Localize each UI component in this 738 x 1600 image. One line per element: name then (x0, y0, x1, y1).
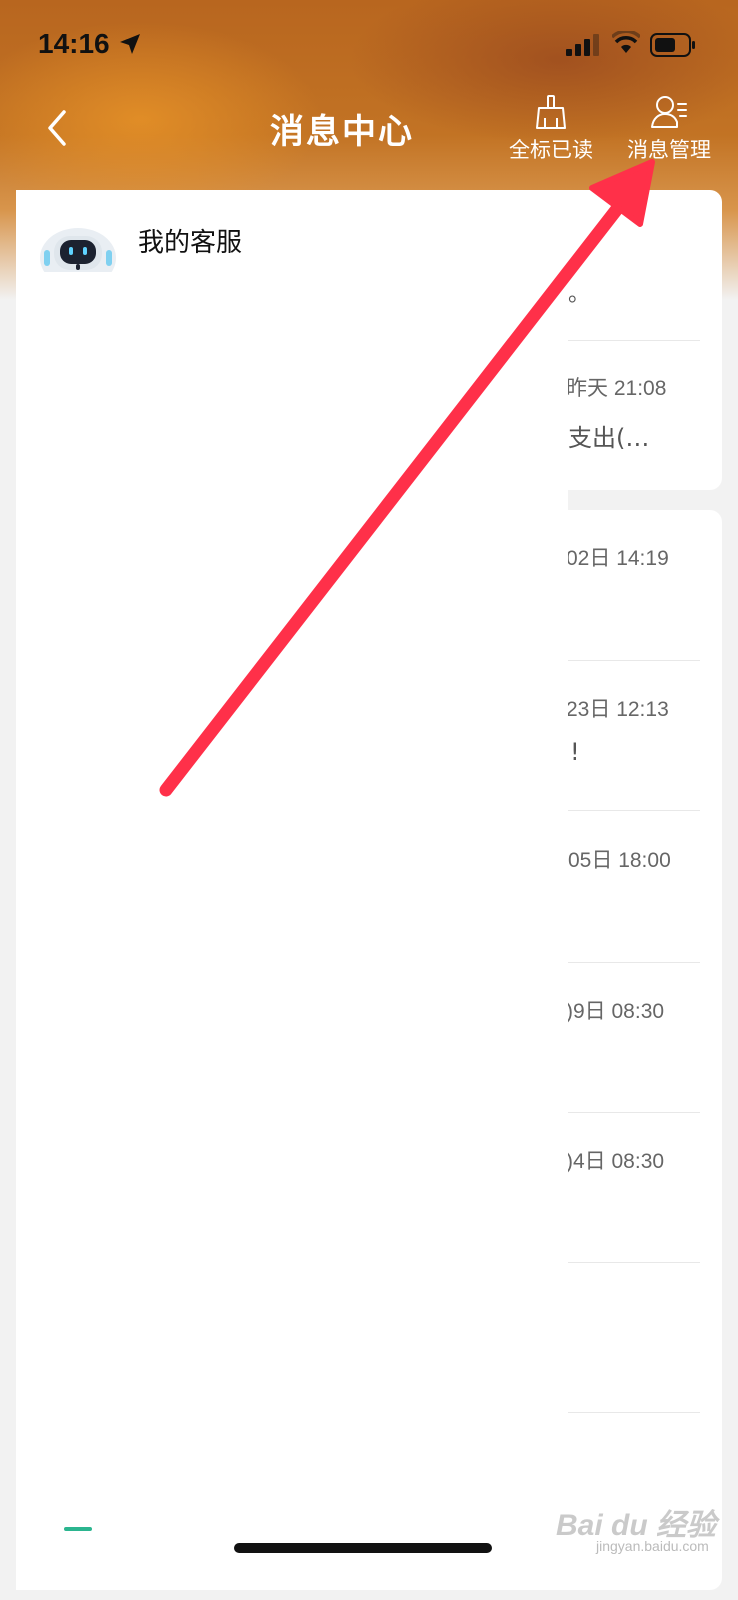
home-indicator[interactable] (234, 1543, 492, 1553)
watermark-url: jingyan.baidu.com (596, 1538, 709, 1554)
annotation-arrow (159, 159, 655, 797)
